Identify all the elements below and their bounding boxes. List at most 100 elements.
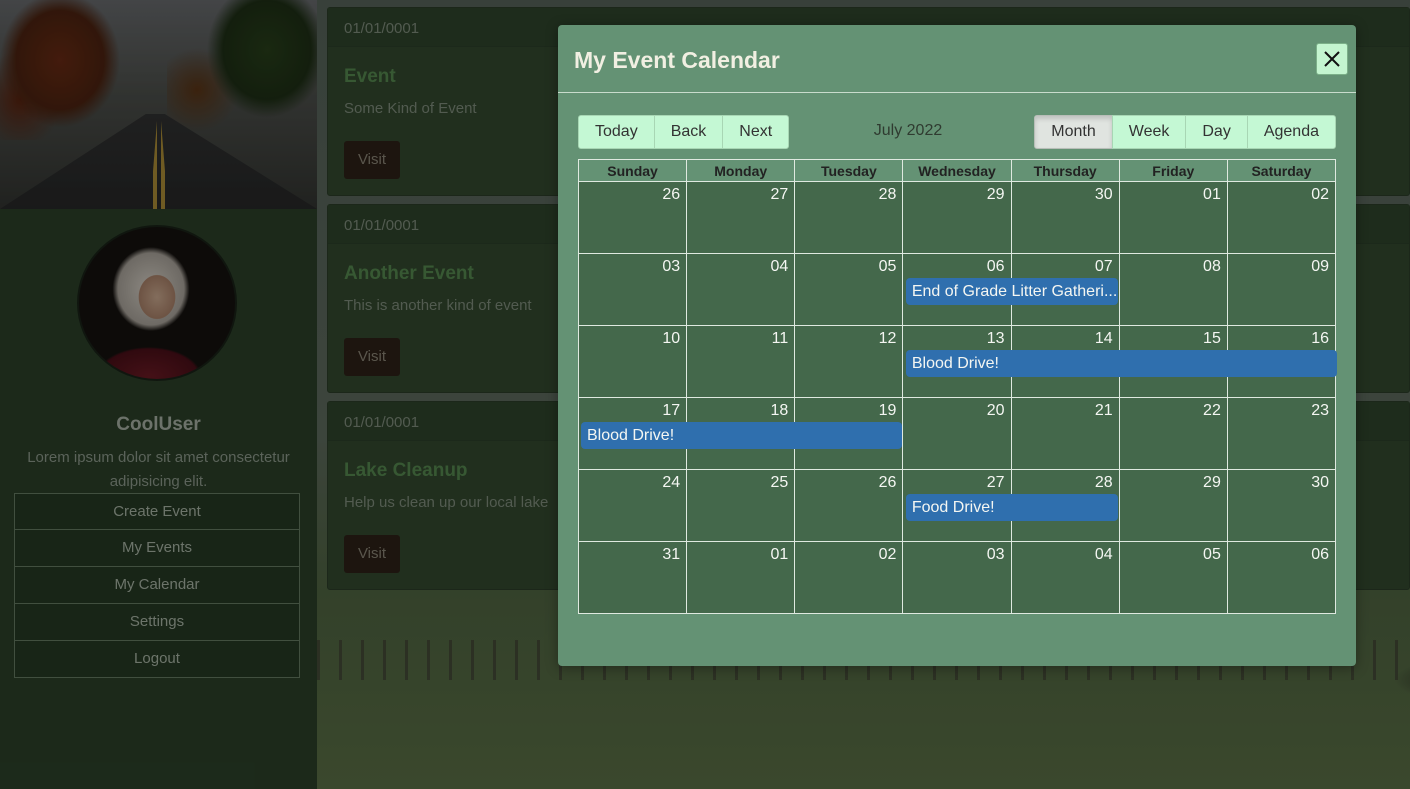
day-number[interactable]: 09: [1311, 258, 1329, 276]
calendar-day-cell[interactable]: 06: [1226, 542, 1335, 613]
calendar-week-row: 31 01 02 03 04 05 06: [579, 542, 1335, 613]
agenda-view-button[interactable]: Agenda: [1246, 115, 1336, 149]
day-number[interactable]: 29: [987, 186, 1005, 204]
sidebar-item-my-calendar[interactable]: My Calendar: [14, 567, 300, 604]
day-number[interactable]: 13: [987, 330, 1005, 348]
day-number[interactable]: 06: [987, 258, 1005, 276]
calendar-day-cell[interactable]: 31: [579, 542, 686, 613]
calendar-day-cell[interactable]: 30: [1010, 182, 1119, 253]
visit-button[interactable]: Visit: [344, 338, 400, 376]
day-number[interactable]: 28: [879, 186, 897, 204]
next-button[interactable]: Next: [722, 115, 790, 149]
visit-button[interactable]: Visit: [344, 535, 400, 573]
calendar-day-cell[interactable]: 25: [686, 470, 794, 541]
calendar-event[interactable]: Food Drive!: [905, 494, 1119, 521]
day-number[interactable]: 02: [879, 546, 897, 564]
calendar-day-cell[interactable]: 28: [794, 182, 902, 253]
day-number[interactable]: 19: [879, 402, 897, 420]
user-bio: Lorem ipsum dolor sit amet consectetur a…: [27, 449, 290, 490]
sidebar-item-create-event[interactable]: Create Event: [14, 493, 300, 530]
day-number[interactable]: 05: [879, 258, 897, 276]
calendar-event[interactable]: Blood Drive!: [581, 422, 902, 449]
day-number[interactable]: 01: [1203, 186, 1221, 204]
day-number[interactable]: 18: [770, 402, 788, 420]
calendar-day-cell[interactable]: 12: [794, 326, 902, 397]
month-view-button[interactable]: Month: [1034, 115, 1113, 149]
calendar-day-cell[interactable]: 27: [686, 182, 794, 253]
calendar-day-cell[interactable]: 26: [794, 470, 902, 541]
day-number[interactable]: 14: [1095, 330, 1113, 348]
day-number[interactable]: 31: [662, 546, 680, 564]
calendar-day-cell[interactable]: 10: [579, 326, 686, 397]
day-number[interactable]: 24: [662, 474, 680, 492]
day-number[interactable]: 21: [1095, 402, 1113, 420]
day-view-button[interactable]: Day: [1185, 115, 1248, 149]
calendar-day-cell[interactable]: 26: [579, 182, 686, 253]
week-view-button[interactable]: Week: [1111, 115, 1187, 149]
day-number[interactable]: 03: [662, 258, 680, 276]
calendar-day-cell[interactable]: 29: [1118, 470, 1227, 541]
today-button[interactable]: Today: [578, 115, 655, 149]
calendar-day-cell[interactable]: 02: [794, 542, 902, 613]
back-button[interactable]: Back: [653, 115, 724, 149]
sidebar-item-logout[interactable]: Logout: [14, 641, 300, 678]
sidebar-item-settings[interactable]: Settings: [14, 604, 300, 641]
day-number[interactable]: 04: [770, 258, 788, 276]
day-number[interactable]: 30: [1095, 186, 1113, 204]
day-number[interactable]: 30: [1311, 474, 1329, 492]
calendar-day-cell[interactable]: 21: [1010, 398, 1119, 469]
day-number[interactable]: 12: [879, 330, 897, 348]
day-number[interactable]: 15: [1203, 330, 1221, 348]
calendar-day-cell[interactable]: 09: [1226, 254, 1335, 325]
day-number[interactable]: 11: [772, 330, 789, 348]
calendar-day-cell[interactable]: 01: [1118, 182, 1227, 253]
calendar-event[interactable]: Blood Drive!: [905, 350, 1337, 377]
sidebar-item-my-events[interactable]: My Events: [14, 530, 300, 567]
day-number[interactable]: 03: [987, 546, 1005, 564]
calendar-day-cell[interactable]: 22: [1118, 398, 1227, 469]
calendar-day-cell[interactable]: 11: [686, 326, 794, 397]
modal-title: My Event Calendar: [574, 47, 780, 73]
day-number[interactable]: 04: [1095, 546, 1113, 564]
calendar-event[interactable]: End of Grade Litter Gatheri...: [905, 278, 1119, 305]
day-number[interactable]: 27: [987, 474, 1005, 492]
calendar-day-cell[interactable]: 08: [1118, 254, 1227, 325]
calendar-day-cell[interactable]: 05: [1118, 542, 1227, 613]
calendar-day-cell[interactable]: 02: [1226, 182, 1335, 253]
day-number[interactable]: 22: [1203, 402, 1221, 420]
calendar-day-cell[interactable]: 29: [902, 182, 1010, 253]
day-number[interactable]: 28: [1095, 474, 1113, 492]
calendar-day-cell[interactable]: 24: [579, 470, 686, 541]
calendar-day-cell[interactable]: 01: [686, 542, 794, 613]
calendar-day-cell[interactable]: 23: [1226, 398, 1335, 469]
close-button[interactable]: [1316, 43, 1348, 75]
event-description: Some Kind of Event: [344, 100, 477, 117]
day-number[interactable]: 20: [987, 402, 1005, 420]
calendar-day-cell[interactable]: 03: [579, 254, 686, 325]
day-number[interactable]: 23: [1311, 402, 1329, 420]
calendar-day-cell[interactable]: 04: [686, 254, 794, 325]
day-number[interactable]: 25: [770, 474, 788, 492]
day-number[interactable]: 06: [1311, 546, 1329, 564]
visit-button[interactable]: Visit: [344, 141, 400, 179]
day-number[interactable]: 01: [770, 546, 788, 564]
profile-banner-image: [0, 0, 317, 209]
day-number[interactable]: 02: [1311, 186, 1329, 204]
calendar-day-cell[interactable]: 05: [794, 254, 902, 325]
calendar-day-cell[interactable]: 04: [1010, 542, 1119, 613]
calendar-toolbar: Today Back Next July 2022 Month Week Day…: [578, 115, 1336, 149]
day-number[interactable]: 26: [662, 186, 680, 204]
calendar-day-cell[interactable]: 20: [902, 398, 1010, 469]
day-number[interactable]: 27: [770, 186, 788, 204]
day-number[interactable]: 08: [1203, 258, 1221, 276]
day-number[interactable]: 17: [662, 402, 680, 420]
day-number[interactable]: 05: [1203, 546, 1221, 564]
day-number[interactable]: 29: [1203, 474, 1221, 492]
day-number[interactable]: 10: [662, 330, 680, 348]
day-number[interactable]: 16: [1311, 330, 1329, 348]
calendar-day-cell[interactable]: 30: [1226, 470, 1335, 541]
day-number[interactable]: 07: [1095, 258, 1113, 276]
calendar-day-cell[interactable]: 03: [902, 542, 1010, 613]
day-number[interactable]: 26: [879, 474, 897, 492]
weekday-label: Thursday: [1010, 160, 1119, 181]
